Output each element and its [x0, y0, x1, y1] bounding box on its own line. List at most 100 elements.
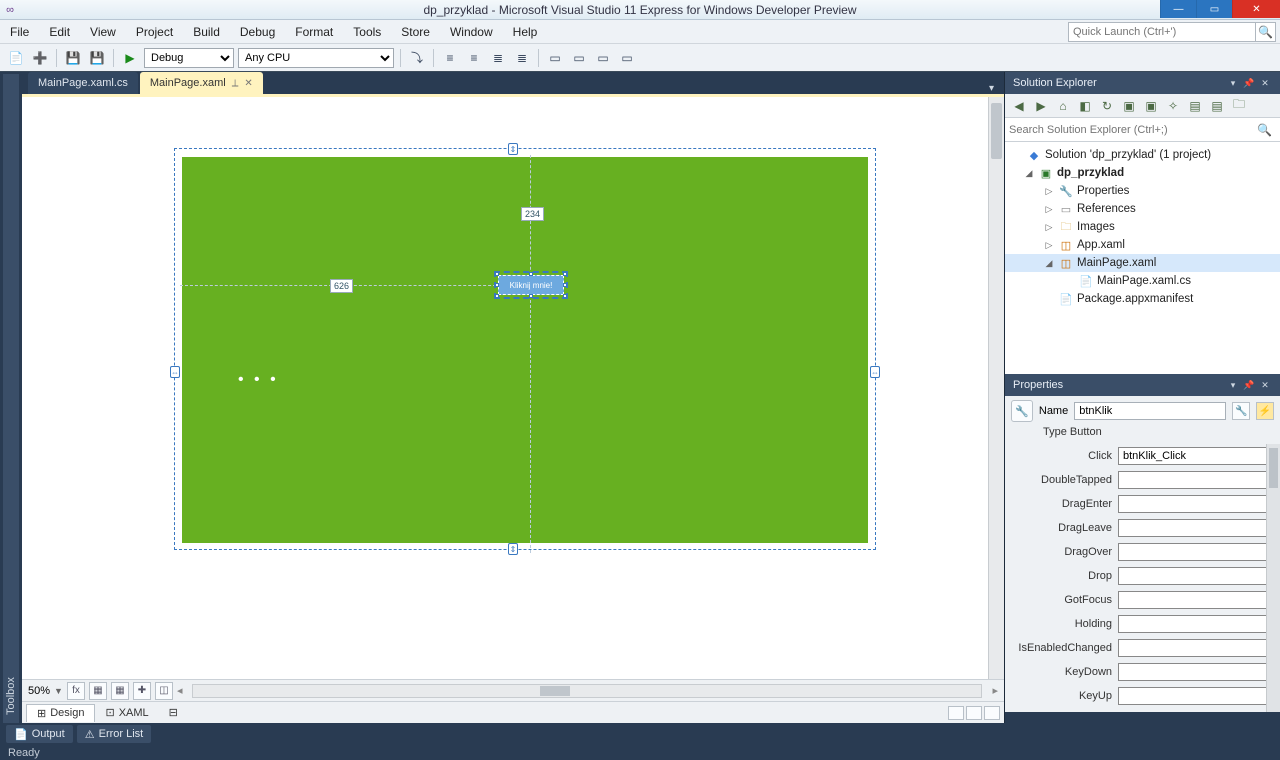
tree-images[interactable]: ▷🗀Images	[1005, 218, 1280, 236]
comment-icon[interactable]: ≣	[488, 48, 508, 68]
event-input[interactable]	[1118, 543, 1270, 561]
menu-edit[interactable]: Edit	[39, 20, 80, 43]
event-input[interactable]	[1118, 447, 1270, 465]
tree-app-xaml[interactable]: ▷◫App.xaml	[1005, 236, 1280, 254]
panel-close-icon[interactable]: ✕	[1258, 76, 1272, 90]
home-icon[interactable]: ⌂	[1053, 97, 1073, 115]
panel-menu-icon[interactable]: ▾	[1226, 76, 1240, 90]
tab-mainpage-cs[interactable]: MainPage.xaml.cs	[28, 72, 138, 94]
tabs-dropdown-icon[interactable]: ▾	[985, 83, 998, 94]
resize-handle-top[interactable]: ⇕	[508, 143, 518, 155]
error-list-tab[interactable]: ⚠ Error List	[77, 725, 152, 743]
layout-icon-1[interactable]: ▭	[545, 48, 565, 68]
step-icon[interactable]: ⤵	[407, 48, 427, 68]
platform-select[interactable]: Any CPU	[238, 48, 394, 68]
panel-pin-icon[interactable]: 📌	[1242, 378, 1256, 392]
resize-handle-right[interactable]: ⇔	[870, 366, 880, 378]
resize-handle-bottom[interactable]: ⇕	[508, 543, 518, 555]
maximize-button[interactable]: ▭	[1196, 0, 1232, 18]
tree-solution[interactable]: ◆Solution 'dp_przyklad' (1 project)	[1005, 146, 1280, 164]
tab-xaml[interactable]: ⊡ XAML	[95, 704, 158, 721]
events-view-icon[interactable]: ⚡	[1256, 402, 1274, 420]
config-select[interactable]: Debug	[144, 48, 234, 68]
event-input[interactable]	[1118, 687, 1270, 705]
event-input[interactable]	[1118, 663, 1270, 681]
event-input[interactable]	[1118, 639, 1270, 657]
resize-handle-left[interactable]: ⇔	[170, 366, 180, 378]
showall-icon[interactable]: ▣	[1141, 97, 1161, 115]
minimize-button[interactable]: —	[1160, 0, 1196, 18]
menu-build[interactable]: Build	[183, 20, 230, 43]
effects-toggle-icon[interactable]: fx	[67, 682, 85, 700]
refresh-icon[interactable]: ↻	[1097, 97, 1117, 115]
output-tab[interactable]: 📄 Output	[6, 725, 73, 743]
preview-icon[interactable]: ▤	[1185, 97, 1205, 115]
panel-pin-icon[interactable]: 📌	[1242, 76, 1256, 90]
menu-tools[interactable]: Tools	[343, 20, 391, 43]
layout-icon-2[interactable]: ▭	[569, 48, 589, 68]
tab-expand-icon[interactable]: ⊟	[159, 704, 188, 721]
menu-help[interactable]: Help	[503, 20, 548, 43]
tab-design[interactable]: ⊞ Design	[26, 704, 95, 722]
menu-store[interactable]: Store	[391, 20, 440, 43]
preview2-icon[interactable]: ▤	[1207, 97, 1227, 115]
menu-file[interactable]: File	[0, 20, 39, 43]
element-icon[interactable]: 🔧	[1011, 400, 1033, 422]
indent-right-icon[interactable]: ≡	[464, 48, 484, 68]
events-vscroll[interactable]	[1266, 444, 1280, 712]
designer-canvas[interactable]: ⇕ ⇕ ⇔ ⇔ 234 626 Kliknij mnie! • • •	[22, 97, 1004, 679]
collapse-icon[interactable]: ▣	[1119, 97, 1139, 115]
properties-view-icon[interactable]: 🔧	[1232, 402, 1250, 420]
sync-icon[interactable]: ◧	[1075, 97, 1095, 115]
uncomment-icon[interactable]: ≣	[512, 48, 532, 68]
add-item-icon[interactable]: ➕	[30, 48, 50, 68]
folder-icon[interactable]: 🗀	[1229, 97, 1249, 115]
layout-icon-4[interactable]: ▭	[617, 48, 637, 68]
panel-menu-icon[interactable]: ▾	[1226, 378, 1240, 392]
solution-search-input[interactable]	[1009, 124, 1253, 136]
split-h-icon[interactable]	[948, 706, 964, 720]
event-input[interactable]	[1118, 615, 1270, 633]
search-icon[interactable]: 🔍	[1253, 123, 1276, 137]
split-v-icon[interactable]	[966, 706, 982, 720]
properties-icon[interactable]: ✧	[1163, 97, 1183, 115]
close-button[interactable]: ✕	[1232, 0, 1280, 18]
event-input[interactable]	[1118, 567, 1270, 585]
designer-vscroll[interactable]	[988, 97, 1004, 679]
panel-close-icon[interactable]: ✕	[1258, 378, 1272, 392]
indent-left-icon[interactable]: ≡	[440, 48, 460, 68]
new-project-icon[interactable]: 📄	[6, 48, 26, 68]
layout-icon-3[interactable]: ▭	[593, 48, 613, 68]
event-input[interactable]	[1118, 471, 1270, 489]
close-tab-icon[interactable]: ✕	[244, 78, 252, 89]
collapse-pane-icon[interactable]	[984, 706, 1000, 720]
event-input[interactable]	[1118, 519, 1270, 537]
tab-mainpage-xaml[interactable]: MainPage.xaml⟂✕	[140, 72, 263, 94]
menu-format[interactable]: Format	[285, 20, 343, 43]
solution-tree[interactable]: ◆Solution 'dp_przyklad' (1 project) ◢▣dp…	[1005, 142, 1280, 374]
tree-package-manifest[interactable]: 📄Package.appxmanifest	[1005, 290, 1280, 308]
save-icon[interactable]: 💾	[63, 48, 83, 68]
forward-icon[interactable]: ▶	[1031, 97, 1051, 115]
tree-project[interactable]: ◢▣dp_przyklad	[1005, 164, 1280, 182]
event-input[interactable]	[1118, 495, 1270, 513]
selected-button[interactable]: Kliknij mnie!	[498, 275, 564, 295]
menu-project[interactable]: Project	[126, 20, 183, 43]
pin-icon[interactable]: ⟂	[232, 78, 239, 89]
menu-debug[interactable]: Debug	[230, 20, 285, 43]
menu-view[interactable]: View	[80, 20, 126, 43]
back-icon[interactable]: ◀	[1009, 97, 1029, 115]
name-input[interactable]	[1074, 402, 1226, 420]
snap2-icon[interactable]: ◫	[155, 682, 173, 700]
grid-icon[interactable]: ▦	[89, 682, 107, 700]
save-all-icon[interactable]: 💾	[87, 48, 107, 68]
tree-mainpage-cs[interactable]: 📄MainPage.xaml.cs	[1005, 272, 1280, 290]
search-icon[interactable]: 🔍	[1256, 22, 1276, 42]
event-input[interactable]	[1118, 591, 1270, 609]
tree-properties[interactable]: ▷🔧Properties	[1005, 182, 1280, 200]
menu-window[interactable]: Window	[440, 20, 503, 43]
quick-launch-input[interactable]	[1068, 22, 1256, 42]
tree-references[interactable]: ▷▭References	[1005, 200, 1280, 218]
snap-icon[interactable]: ✚	[133, 682, 151, 700]
tree-mainpage-xaml[interactable]: ◢◫MainPage.xaml	[1005, 254, 1280, 272]
